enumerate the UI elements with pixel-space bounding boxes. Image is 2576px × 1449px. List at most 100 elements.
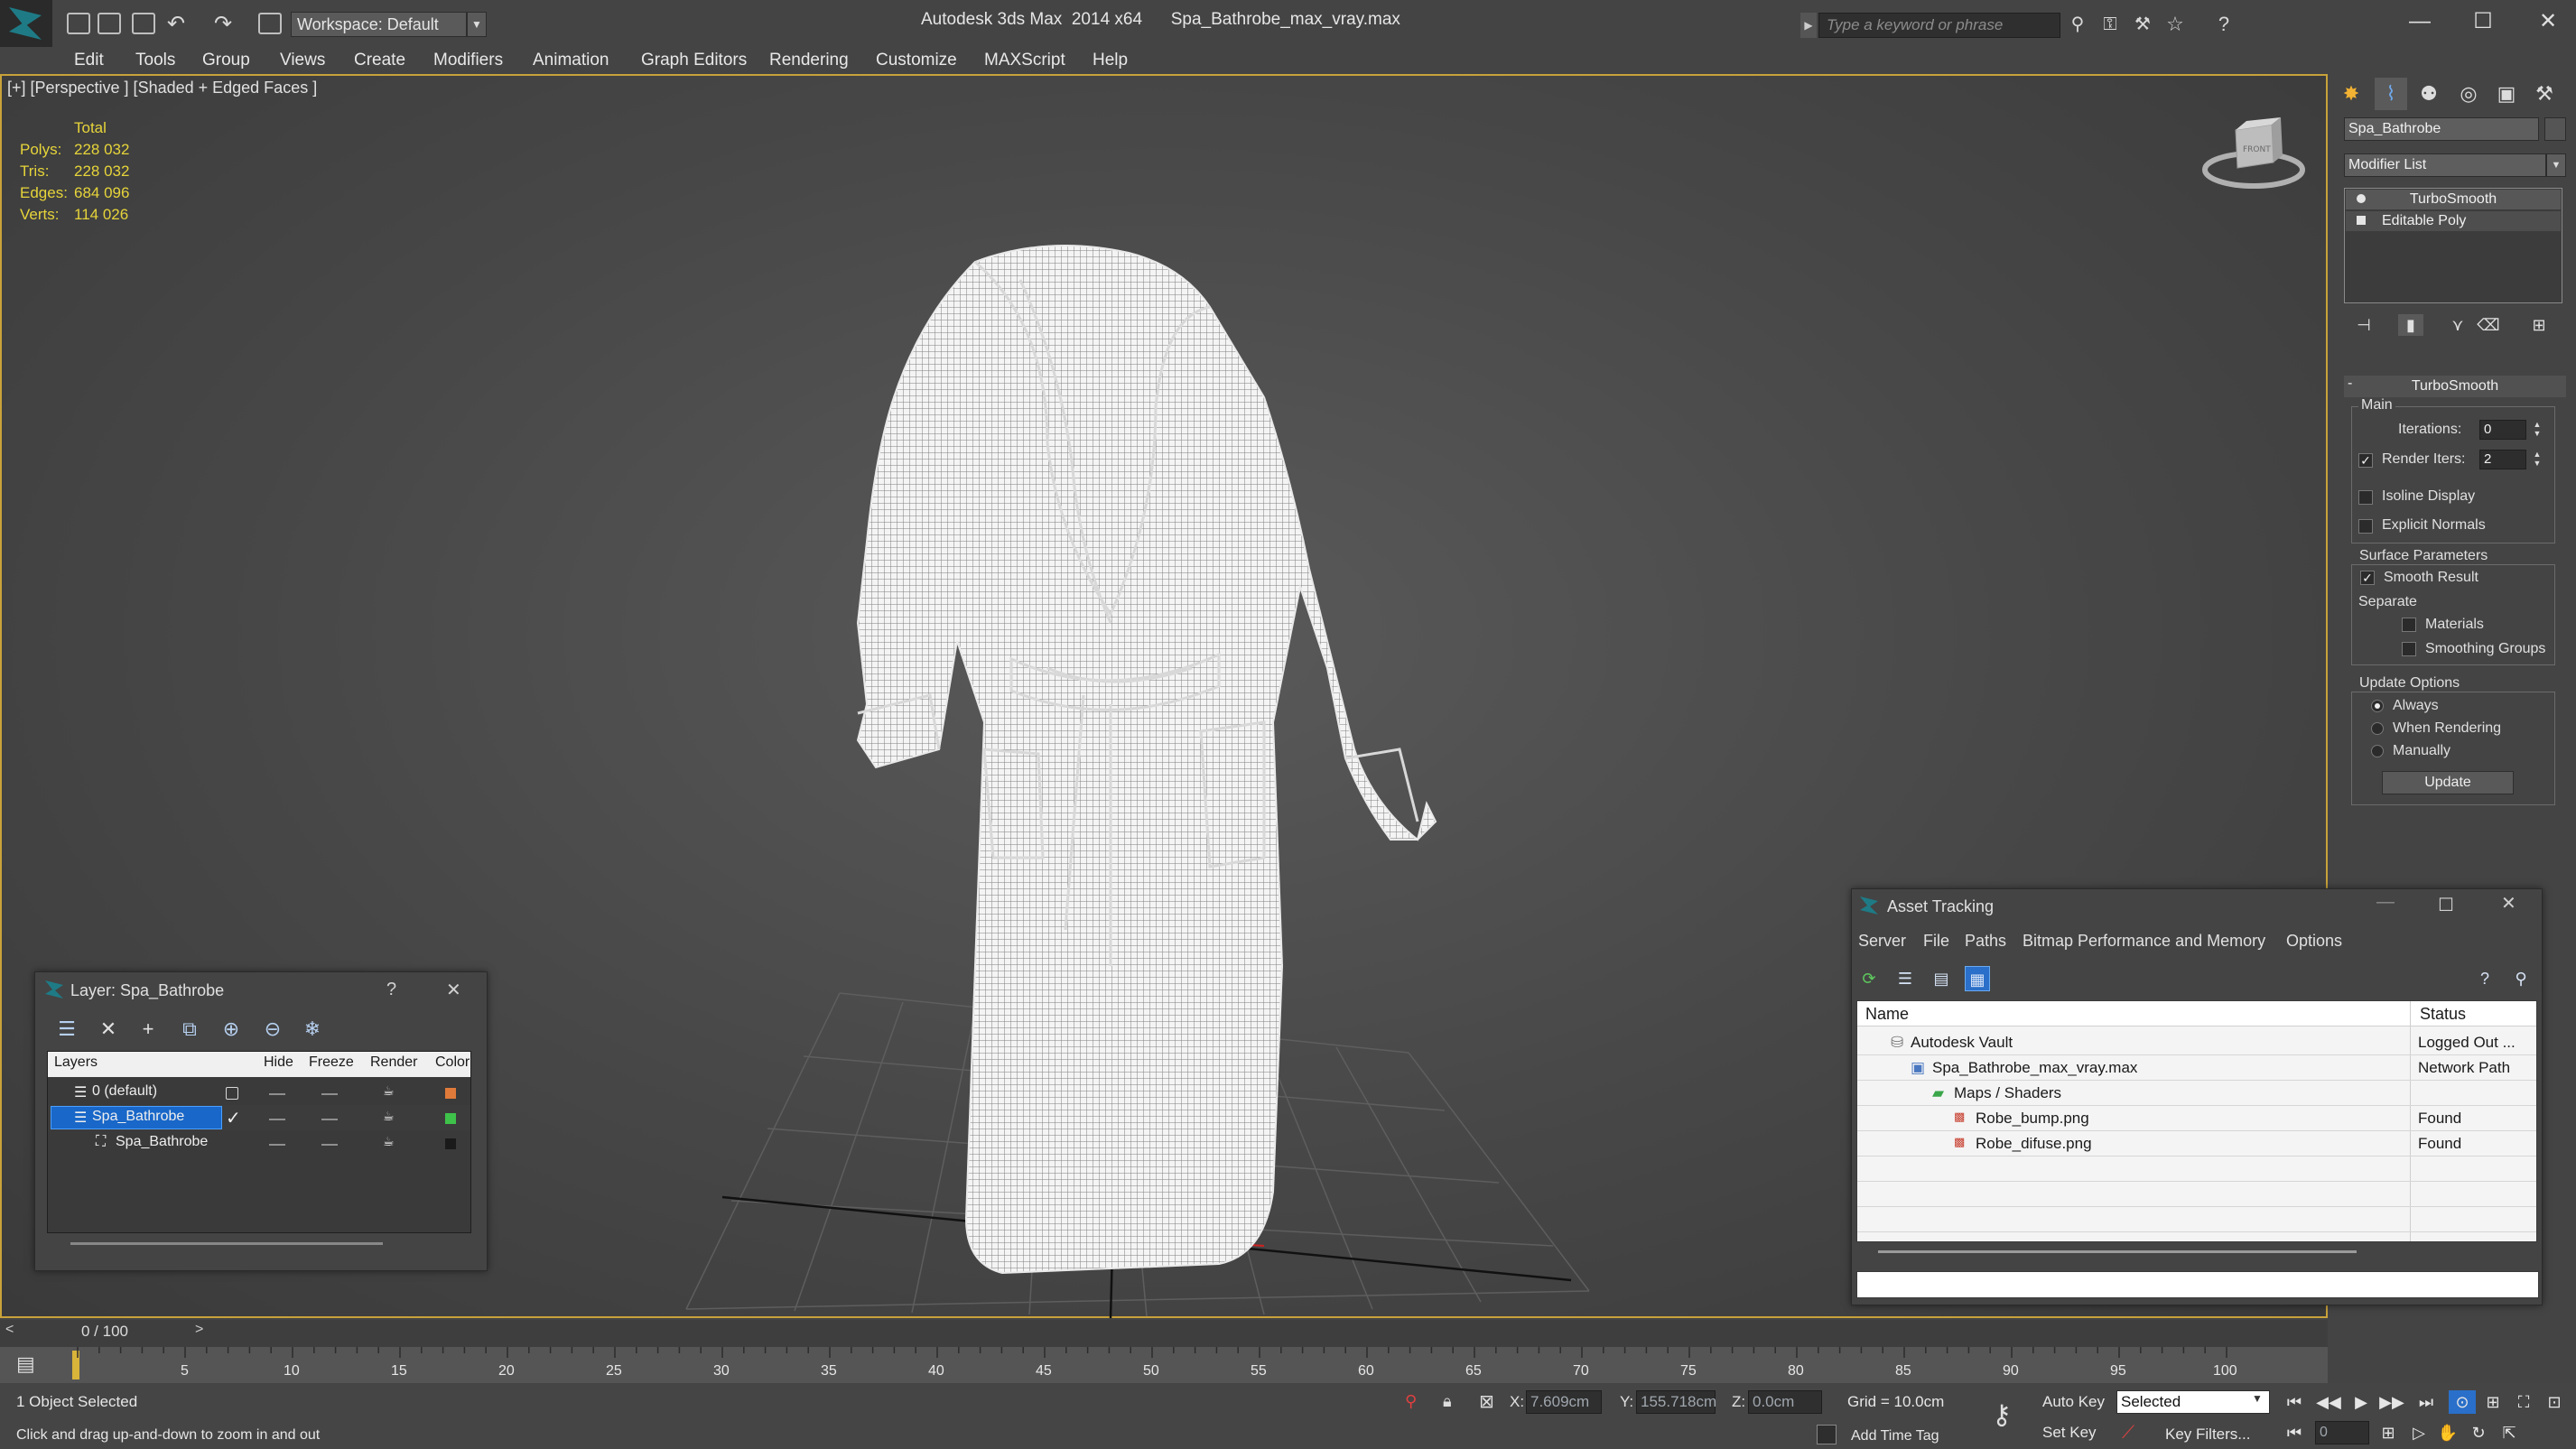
time-slider[interactable]: [0, 1320, 2328, 1347]
show-end-result-icon[interactable]: ▮: [2398, 314, 2423, 336]
play-icon[interactable]: ▶: [2348, 1390, 2375, 1414]
col-hide[interactable]: Hide: [264, 1054, 293, 1071]
object-color-swatch[interactable]: [2544, 117, 2566, 141]
object-name-field[interactable]: Spa_Bathrobe: [2344, 117, 2539, 141]
freeze-all-icon[interactable]: ❄: [300, 1017, 325, 1042]
stack-item-editable-poly[interactable]: Editable Poly: [2346, 211, 2561, 231]
menu-paths[interactable]: Paths: [1965, 932, 2006, 951]
search-expand-icon[interactable]: ▶: [1800, 13, 1817, 38]
asset-name[interactable]: Autodesk Vault: [1911, 1034, 2013, 1052]
modifier-list-dropdown[interactable]: Modifier List: [2344, 153, 2546, 177]
asset-path-field[interactable]: [1856, 1271, 2539, 1298]
zoom-icon[interactable]: ⊙: [2449, 1390, 2476, 1414]
zoom-all-icon[interactable]: ⊞: [2479, 1390, 2506, 1414]
undo-icon[interactable]: ↶: [163, 11, 190, 38]
select-in-layer-icon[interactable]: ⧉: [177, 1017, 202, 1042]
menu-options[interactable]: Options: [2286, 932, 2342, 951]
menu-animation[interactable]: Animation: [533, 47, 609, 74]
materials-checkbox[interactable]: [2402, 618, 2416, 632]
manually-radio[interactable]: [2371, 745, 2384, 757]
redo-icon[interactable]: ↷: [209, 11, 237, 38]
hide-all-icon[interactable]: ⊖: [260, 1017, 285, 1042]
favorites-star-icon[interactable]: ☆: [2162, 11, 2189, 38]
absolute-mode-icon[interactable]: ⊠: [1479, 1390, 1494, 1413]
asset-name[interactable]: Maps / Shaders: [1954, 1084, 2061, 1102]
auto-key-button[interactable]: Auto Key: [2042, 1390, 2109, 1414]
freeze-toggle[interactable]: [321, 1119, 338, 1120]
viewport-label[interactable]: [+] [Perspective ] [Shaded + Edged Faces…: [7, 79, 317, 98]
key-set-dropdown[interactable]: Selected: [2116, 1390, 2270, 1414]
make-unique-icon[interactable]: ⋎: [2445, 314, 2470, 336]
minimize-button[interactable]: —: [2393, 5, 2447, 38]
col-status[interactable]: Status: [2420, 1005, 2466, 1024]
key-icon[interactable]: ⚷: [1992, 1399, 2012, 1431]
display-tab-icon[interactable]: ▣: [2490, 78, 2523, 110]
open-file-icon[interactable]: [98, 13, 121, 34]
y-coord-field[interactable]: 155.718cm: [1636, 1390, 1716, 1414]
lightbulb-icon[interactable]: [2357, 194, 2366, 203]
layer-color-swatch[interactable]: [445, 1138, 456, 1149]
render-teapot-icon[interactable]: ☕: [383, 1109, 395, 1124]
x-coord-field[interactable]: 7.609cm: [1526, 1390, 1602, 1414]
asset-name[interactable]: Robe_bump.png: [1976, 1110, 2089, 1128]
spinner-arrows-icon[interactable]: ▲ ▼: [2532, 450, 2543, 469]
layer-color-swatch[interactable]: [445, 1113, 456, 1124]
maximize-button[interactable]: ☐: [2456, 5, 2510, 38]
add-time-tag[interactable]: Add Time Tag: [1851, 1428, 1939, 1444]
collapse-icon[interactable]: -: [2348, 376, 2352, 392]
go-to-start-icon[interactable]: ⏮: [2281, 1390, 2308, 1414]
project-folder-icon[interactable]: [258, 13, 282, 34]
set-key-button[interactable]: Set Key: [2042, 1421, 2109, 1444]
stack-item-turbosmooth[interactable]: TurboSmooth: [2346, 190, 2561, 209]
app-menu-button[interactable]: [0, 0, 52, 47]
layer-row-name[interactable]: 0 (default): [92, 1083, 157, 1100]
render-teapot-icon[interactable]: ☕: [383, 1083, 395, 1099]
current-layer-check-icon[interactable]: ✓: [226, 1107, 241, 1129]
isoline-checkbox[interactable]: [2358, 490, 2373, 505]
list-view-icon[interactable]: ☰: [1892, 966, 1918, 991]
rollout-turbosmooth-header[interactable]: TurboSmooth: [2344, 376, 2566, 397]
asset-name[interactable]: Robe_difuse.png: [1976, 1135, 2092, 1153]
zoom-extents-all-icon[interactable]: ⊡: [2541, 1390, 2568, 1414]
menu-modifiers[interactable]: Modifiers: [433, 47, 503, 74]
update-button[interactable]: Update: [2382, 771, 2514, 794]
menu-views[interactable]: Views: [280, 47, 325, 74]
orbit-icon[interactable]: ↻: [2465, 1421, 2492, 1444]
next-frame-icon[interactable]: >: [195, 1322, 203, 1338]
save-file-icon[interactable]: [132, 13, 155, 34]
smooth-result-checkbox[interactable]: ✓: [2360, 571, 2375, 585]
help-icon[interactable]: ?: [386, 980, 396, 1000]
render-iters-checkbox[interactable]: ✓: [2358, 453, 2373, 468]
field-of-view-icon[interactable]: ▷: [2405, 1421, 2432, 1444]
always-radio[interactable]: [2371, 700, 2384, 712]
add-to-layer-icon[interactable]: +: [135, 1017, 161, 1042]
smoothing-groups-checkbox[interactable]: [2402, 642, 2416, 656]
prev-frame-icon[interactable]: <: [5, 1322, 14, 1338]
menu-create[interactable]: Create: [354, 47, 405, 74]
expand-icon[interactable]: [2357, 216, 2366, 225]
maximize-icon[interactable]: ☐: [2438, 894, 2454, 916]
render-iters-spinner[interactable]: 2: [2479, 450, 2526, 469]
freeze-toggle[interactable]: [321, 1093, 338, 1095]
time-slider-position[interactable]: 0 / 100: [81, 1323, 128, 1341]
search-input[interactable]: Type a keyword or phrase: [1818, 13, 2060, 38]
help-icon[interactable]: ?: [2210, 11, 2237, 38]
menu-maxscript[interactable]: MAXScript: [984, 47, 1065, 74]
minimize-icon[interactable]: —: [2376, 892, 2395, 913]
horizontal-scrollbar[interactable]: [70, 1242, 383, 1245]
remove-modifier-icon[interactable]: ⌫: [2476, 314, 2501, 336]
menu-file[interactable]: File: [1923, 932, 1949, 951]
default-tangent-icon[interactable]: ⟋: [2122, 1423, 2134, 1444]
time-tag-icon[interactable]: [1817, 1425, 1837, 1444]
hierarchy-tab-icon[interactable]: ⚉: [2413, 78, 2445, 110]
next-frame-button-icon[interactable]: ▶▶: [2378, 1390, 2405, 1414]
current-layer-toggle[interactable]: [226, 1087, 238, 1100]
bathrobe-mesh[interactable]: [840, 244, 1472, 1291]
menu-rendering[interactable]: Rendering: [769, 47, 849, 74]
freeze-toggle[interactable]: [321, 1144, 338, 1146]
configure-sets-icon[interactable]: ⊞: [2526, 314, 2552, 336]
utilities-tab-icon[interactable]: ⚒: [2528, 78, 2561, 110]
chevron-down-icon[interactable]: ▼: [2546, 153, 2566, 177]
col-freeze[interactable]: Freeze: [309, 1054, 354, 1071]
spinner-arrows-icon[interactable]: ▲ ▼: [2532, 420, 2543, 440]
